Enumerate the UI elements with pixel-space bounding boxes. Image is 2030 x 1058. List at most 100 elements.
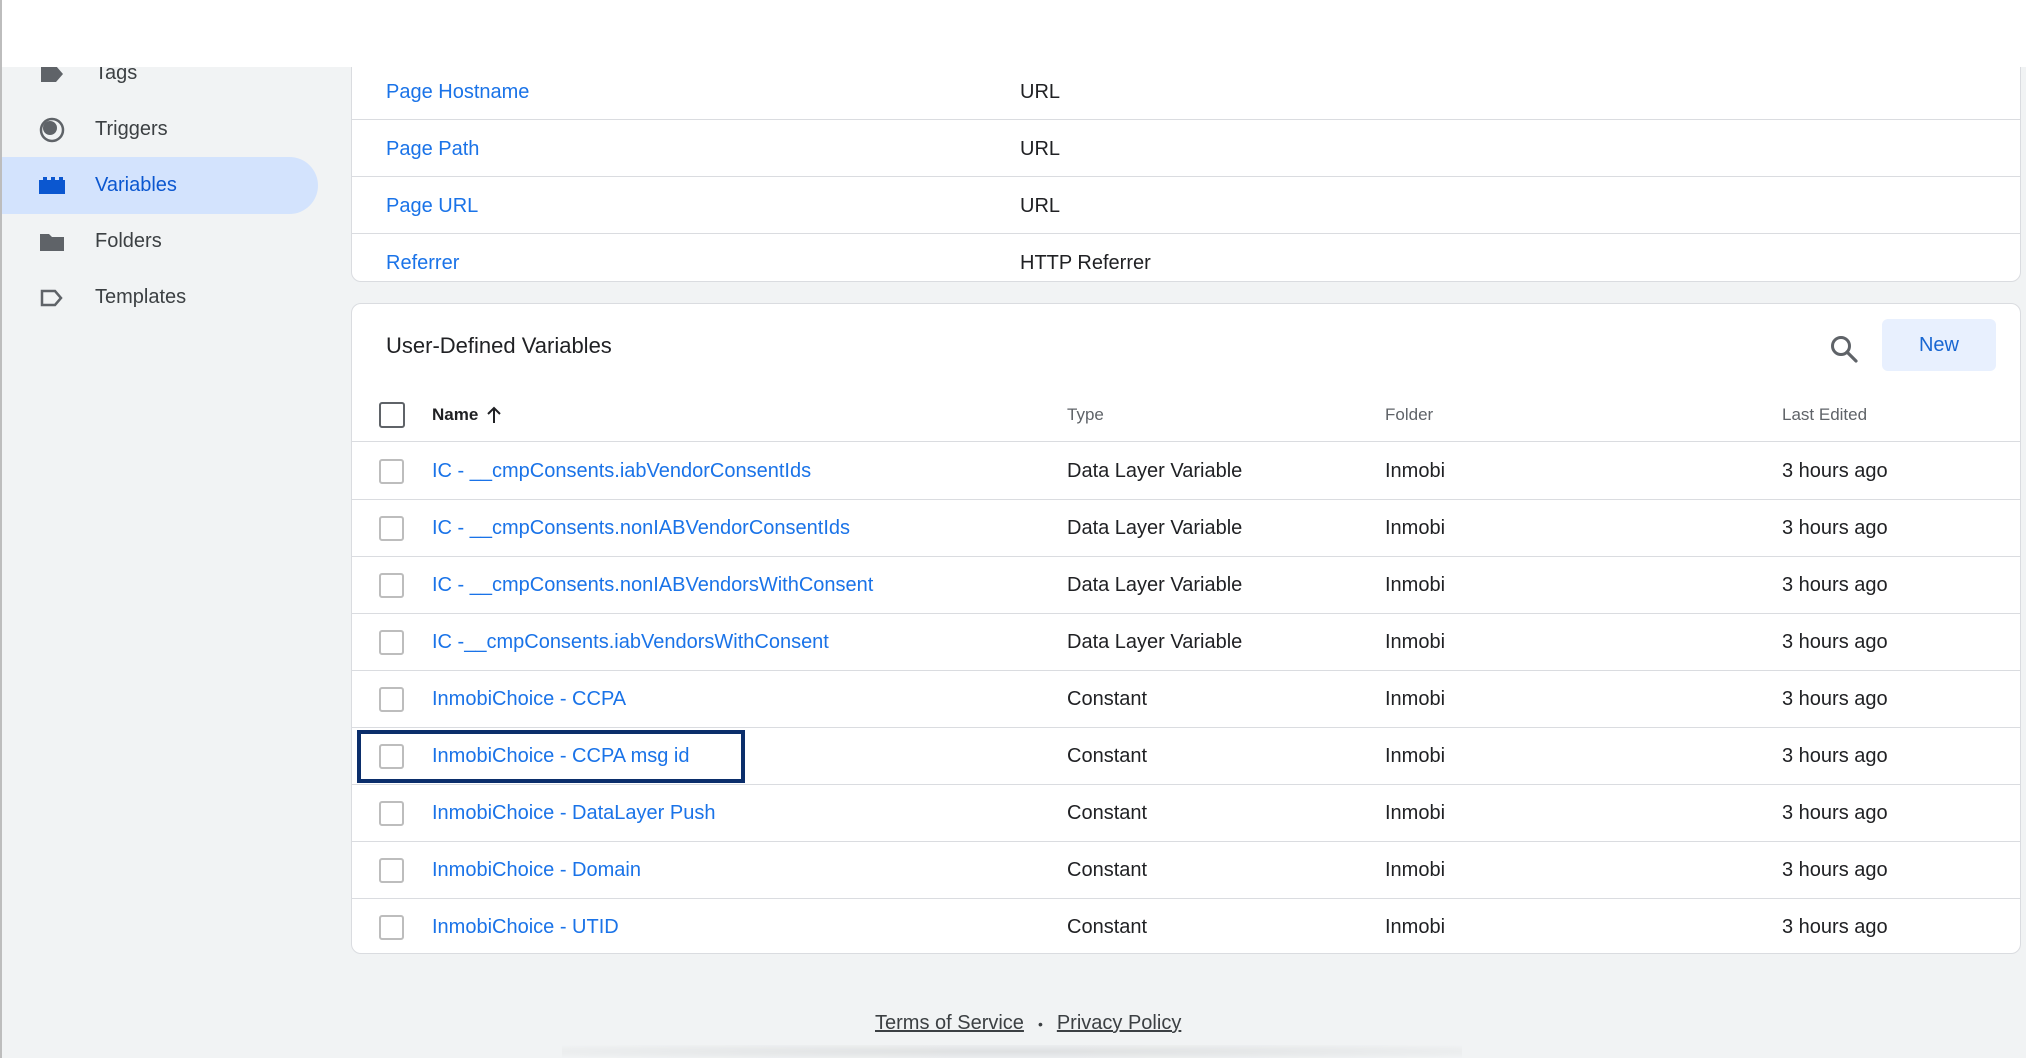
table-row: InmobiChoice - Domain Constant Inmobi 3 … <box>352 842 2020 899</box>
column-header-name[interactable]: Name <box>432 405 502 425</box>
variable-folder: Inmobi <box>1385 859 1446 881</box>
sidebar-item-templates[interactable]: Templates <box>2 269 318 326</box>
variable-folder: Inmobi <box>1385 574 1446 596</box>
row-checkbox[interactable] <box>379 516 404 541</box>
row-checkbox[interactable] <box>379 630 404 655</box>
footer-separator: • <box>1037 1015 1043 1032</box>
variable-type: Constant <box>1067 688 1148 710</box>
variable-folder: Inmobi <box>1385 460 1446 482</box>
variable-last-edited: 3 hours ago <box>1782 745 1888 767</box>
variable-last-edited: 3 hours ago <box>1782 631 1888 653</box>
variables-icon <box>38 172 66 200</box>
top-bar <box>2 0 2030 67</box>
variable-name-link[interactable]: Page Hostname <box>386 81 529 104</box>
variable-folder: Inmobi <box>1385 745 1446 767</box>
column-header-label: Name <box>432 405 479 424</box>
variable-type: URL <box>1020 81 1061 103</box>
table-row: Page URL URL <box>352 177 2020 234</box>
variable-type: URL <box>1020 138 1061 160</box>
variable-name-link[interactable]: IC - __cmpConsents.iabVendorConsentIds <box>432 460 811 483</box>
variable-name-link[interactable]: InmobiChoice - UTID <box>432 916 619 939</box>
variable-last-edited: 3 hours ago <box>1782 460 1888 482</box>
scrollbar-track[interactable] <box>2026 0 2030 1058</box>
bottom-shadow <box>562 1045 1462 1058</box>
footer: Terms of Service • Privacy Policy <box>2 1012 2030 1042</box>
sidebar-item-folders[interactable]: Folders <box>2 213 318 270</box>
row-checkbox[interactable] <box>379 858 404 883</box>
terms-of-service-link[interactable]: Terms of Service <box>875 1012 1024 1035</box>
search-icon <box>1831 336 1858 363</box>
built-in-variables-card: Page Hostname URL Page Path URL Page URL… <box>351 40 2021 282</box>
table-row: InmobiChoice - UTID Constant Inmobi 3 ho… <box>352 899 2020 956</box>
table-row: Page Hostname URL <box>352 63 2020 120</box>
table-row: InmobiChoice - CCPA Constant Inmobi 3 ho… <box>352 671 2020 728</box>
sidebar-item-label: Variables <box>95 174 177 196</box>
variable-type: Data Layer Variable <box>1067 631 1243 653</box>
template-icon <box>38 284 66 312</box>
variable-name-link[interactable]: InmobiChoice - CCPA <box>432 688 626 711</box>
variable-name-link[interactable]: InmobiChoice - DataLayer Push <box>432 802 715 825</box>
variable-type: Data Layer Variable <box>1067 460 1243 482</box>
variable-folder: Inmobi <box>1385 631 1446 653</box>
variable-type: Constant <box>1067 745 1148 767</box>
variable-last-edited: 3 hours ago <box>1782 802 1888 824</box>
variable-last-edited: 3 hours ago <box>1782 688 1888 710</box>
row-checkbox[interactable] <box>379 744 404 769</box>
variable-folder: Inmobi <box>1385 802 1446 824</box>
variable-folder: Inmobi <box>1385 517 1446 539</box>
table-row: InmobiChoice - DataLayer Push Constant I… <box>352 785 2020 842</box>
user-defined-variables-card: User-Defined Variables New Name Type Fol… <box>351 303 2021 954</box>
column-header-last-edited[interactable]: Last Edited <box>1782 405 1867 425</box>
table-row: IC - __cmpConsents.iabVendorConsentIds D… <box>352 443 2020 500</box>
variable-type: HTTP Referrer <box>1020 252 1151 274</box>
section-title: User-Defined Variables <box>386 333 612 358</box>
app-frame: Tags Triggers Variables Folders Template… <box>0 0 2030 1058</box>
arrow-up-icon <box>487 406 502 423</box>
variable-last-edited: 3 hours ago <box>1782 574 1888 596</box>
sidebar-item-label: Folders <box>95 230 162 252</box>
table-row: IC -__cmpConsents.iabVendorsWithConsent … <box>352 614 2020 671</box>
variable-type: Constant <box>1067 802 1148 824</box>
row-checkbox[interactable] <box>379 915 404 940</box>
variable-name-link[interactable]: Page URL <box>386 195 478 218</box>
sidebar-item-label: Triggers <box>95 118 168 140</box>
table-row: IC - __cmpConsents.nonIABVendorConsentId… <box>352 500 2020 557</box>
sidebar-item-label: Templates <box>95 286 187 308</box>
variable-name-link[interactable]: InmobiChoice - CCPA msg id <box>432 745 690 768</box>
trigger-icon <box>38 116 66 144</box>
privacy-policy-link[interactable]: Privacy Policy <box>1057 1012 1181 1035</box>
variable-name-link[interactable]: InmobiChoice - Domain <box>432 859 641 882</box>
column-header-type[interactable]: Type <box>1067 405 1104 425</box>
column-header-folder[interactable]: Folder <box>1385 405 1433 425</box>
variable-type: Constant <box>1067 916 1148 938</box>
sidebar-item-variables[interactable]: Variables <box>2 157 318 214</box>
variable-name-link[interactable]: IC -__cmpConsents.iabVendorsWithConsent <box>432 631 829 654</box>
search-button[interactable] <box>1822 327 1866 371</box>
variable-name-link[interactable]: IC - __cmpConsents.nonIABVendorsWithCons… <box>432 574 873 597</box>
variable-name-link[interactable]: IC - __cmpConsents.nonIABVendorConsentId… <box>432 517 850 540</box>
variable-type: Data Layer Variable <box>1067 574 1243 596</box>
variable-folder: Inmobi <box>1385 688 1446 710</box>
variable-type: URL <box>1020 195 1061 217</box>
sidebar-item-triggers[interactable]: Triggers <box>2 101 318 158</box>
variable-last-edited: 3 hours ago <box>1782 916 1888 938</box>
variable-name-link[interactable]: Page Path <box>386 138 479 161</box>
new-button[interactable]: New <box>1882 319 1996 371</box>
variable-folder: Inmobi <box>1385 916 1446 938</box>
folder-icon <box>38 228 66 256</box>
table-row: IC - __cmpConsents.nonIABVendorsWithCons… <box>352 557 2020 614</box>
select-all-checkbox[interactable] <box>379 402 405 428</box>
row-checkbox[interactable] <box>379 801 404 826</box>
variable-type: Constant <box>1067 859 1148 881</box>
table-row: Page Path URL <box>352 120 2020 177</box>
table-header: Name Type Folder Last Edited <box>352 384 2020 442</box>
variable-last-edited: 3 hours ago <box>1782 517 1888 539</box>
variable-last-edited: 3 hours ago <box>1782 859 1888 881</box>
table-row: Referrer HTTP Referrer <box>352 234 2020 291</box>
variable-type: Data Layer Variable <box>1067 517 1243 539</box>
row-checkbox[interactable] <box>379 573 404 598</box>
table-row: InmobiChoice - CCPA msg id Constant Inmo… <box>352 728 2020 785</box>
row-checkbox[interactable] <box>379 459 404 484</box>
variable-name-link[interactable]: Referrer <box>386 252 459 275</box>
row-checkbox[interactable] <box>379 687 404 712</box>
